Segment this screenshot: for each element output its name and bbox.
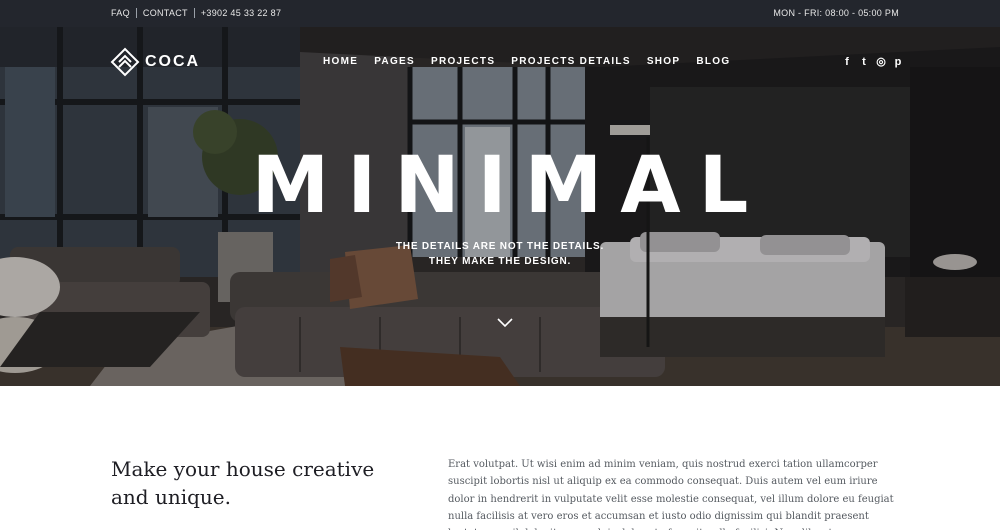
chevron-down-icon[interactable] <box>496 316 514 328</box>
diamond-logo-icon <box>110 47 140 77</box>
main-nav: HOME PAGES PROJECTS PROJECTS DETAILS SHO… <box>323 56 746 67</box>
hero-subtitle: THE DETAILS ARE NOT THE DETAILS. THEY MA… <box>0 239 1000 269</box>
twitter-icon[interactable]: t <box>857 55 871 69</box>
hero-subtitle-line1: THE DETAILS ARE NOT THE DETAILS. <box>395 241 605 252</box>
top-bar-left: FAQ CONTACT +3902 45 33 22 87 <box>111 8 281 18</box>
divider <box>193 8 195 18</box>
nav-item-projects[interactable]: PROJECTS <box>431 56 495 67</box>
social-links: f t ◎ p <box>840 55 908 69</box>
top-bar: FAQ CONTACT +3902 45 33 22 87 MON - FRI:… <box>0 0 1000 27</box>
opening-hours: MON - FRI: 08:00 - 05:00 PM <box>773 8 899 18</box>
hero-section: COCA HOME PAGES PROJECTS PROJECTS DETAIL… <box>0 27 1000 386</box>
brand-logo[interactable]: COCA <box>110 47 200 77</box>
instagram-icon[interactable]: ◎ <box>874 55 888 69</box>
intro-heading: Make your house creative and unique. <box>111 457 375 509</box>
facebook-icon[interactable]: f <box>840 55 854 69</box>
nav-item-blog[interactable]: BLOG <box>696 56 730 67</box>
nav-item-shop[interactable]: SHOP <box>647 56 681 67</box>
phone-number[interactable]: +3902 45 33 22 87 <box>201 8 281 18</box>
hero-title: MINIMAL <box>251 141 767 231</box>
hero-subtitle-line2: THEY MAKE THE DESIGN. <box>428 256 572 267</box>
divider <box>135 8 137 18</box>
nav-item-projects-details[interactable]: PROJECTS DETAILS <box>511 56 631 67</box>
nav-item-pages[interactable]: PAGES <box>374 56 415 67</box>
faq-link[interactable]: FAQ <box>111 8 130 18</box>
brand-name: COCA <box>145 53 201 70</box>
pinterest-icon[interactable]: p <box>891 55 905 69</box>
contact-link[interactable]: CONTACT <box>143 8 188 18</box>
nav-item-home[interactable]: HOME <box>323 56 358 67</box>
intro-body: Erat volutpat. Ut wisi enim ad minim ven… <box>448 459 894 530</box>
